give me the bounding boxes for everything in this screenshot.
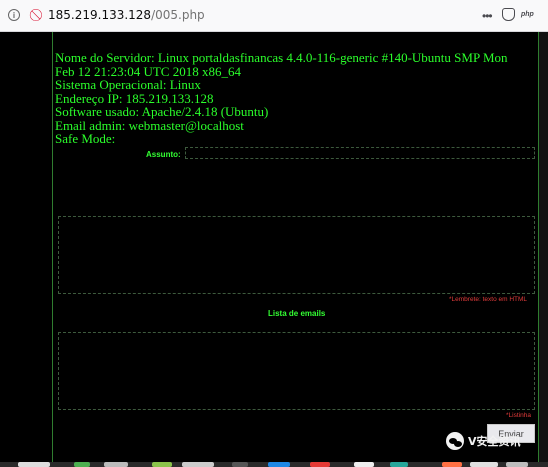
os-line: Sistema Operacional: Linux: [55, 77, 201, 92]
taskbar-app-icon[interactable]: [354, 462, 374, 467]
taskbar-app-icon[interactable]: [74, 462, 90, 467]
php-extension-icon[interactable]: php: [521, 11, 534, 18]
url-host: 185.219.133.128: [48, 8, 152, 22]
url-path: /005.php: [151, 8, 205, 22]
safe-mode-line: Safe Mode:: [55, 131, 116, 146]
insecure-connection-icon[interactable]: 🚫︎: [28, 8, 43, 22]
admin-email-line: Email admin: webmaster@localhost: [55, 117, 244, 133]
email-list-textarea[interactable]: [58, 332, 535, 410]
pocket-icon[interactable]: [502, 8, 515, 21]
wechat-logo-icon: [446, 432, 464, 450]
taskbar-app-icon[interactable]: [232, 462, 248, 467]
software-line: Software usado: Apache/2.4.18 (Ubuntu): [55, 104, 269, 119]
taskbar-app-icon[interactable]: [310, 462, 330, 467]
info-icon[interactable]: i: [8, 9, 20, 21]
page-actions-icon[interactable]: •••: [482, 9, 493, 23]
taskbar-app-icon[interactable]: [506, 462, 528, 467]
taskbar-app-icon[interactable]: [442, 462, 462, 467]
taskbar-app-icon[interactable]: [390, 462, 408, 467]
html-hint: *Lembrete: texto em HTML: [449, 296, 528, 303]
taskbar-app-icon[interactable]: [182, 462, 214, 467]
scrollbar[interactable]: [538, 32, 548, 462]
taskbar-app-icon[interactable]: [104, 462, 128, 467]
subject-input[interactable]: [185, 147, 535, 159]
list-hint: *Listinha: [506, 412, 531, 419]
taskbar-app-icon[interactable]: [152, 462, 172, 467]
taskbar: [0, 462, 548, 467]
taskbar-app-icon[interactable]: [18, 462, 50, 467]
browser-url-bar: i 🚫︎ 185.219.133.128/005.php ••• php: [0, 0, 548, 32]
taskbar-app-icon[interactable]: [470, 462, 498, 467]
server-name-line-cont: Feb 12 21:23:04 UTC 2018 x86_64: [55, 63, 241, 79]
ip-line: Endereço IP: 185.219.133.128: [55, 90, 214, 106]
subject-label: Assunto:: [146, 150, 181, 159]
watermark-text: V安全资讯: [468, 435, 521, 448]
server-info: Nome do Servidor: Linux portaldasfinanca…: [55, 51, 537, 146]
address-field[interactable]: 185.219.133.128/005.php: [48, 8, 205, 22]
taskbar-app-icon[interactable]: [268, 462, 290, 467]
watermark: V安全资讯: [446, 430, 521, 452]
server-name-line: Nome do Servidor: Linux portaldasfinanca…: [55, 50, 508, 65]
message-textarea[interactable]: [58, 216, 535, 294]
email-list-label: Lista de emails: [268, 309, 326, 318]
